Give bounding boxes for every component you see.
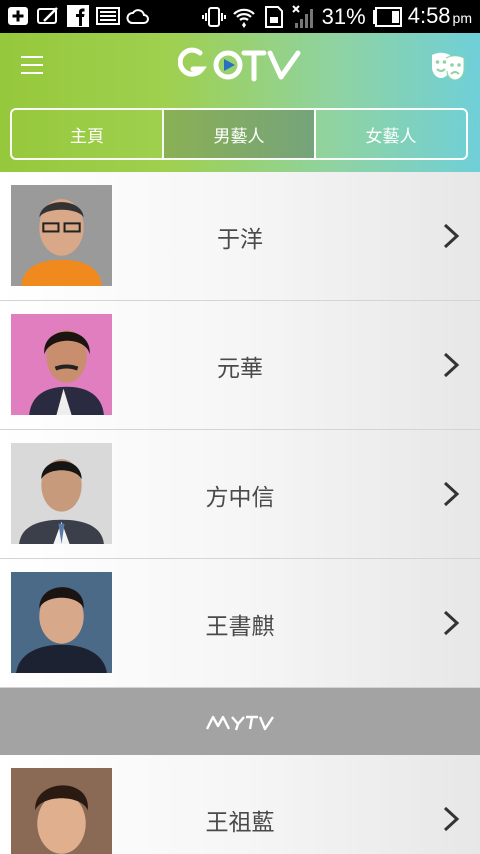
artist-row[interactable]: 王祖藍	[0, 755, 480, 854]
hamburger-menu-icon[interactable]	[20, 53, 44, 77]
signal-icon	[291, 5, 313, 28]
artist-name: 元華	[217, 355, 263, 382]
vibrate-icon	[201, 7, 226, 27]
artist-name: 方中信	[205, 484, 275, 511]
tab-home-label: 主頁	[70, 126, 104, 147]
artist-photo	[11, 185, 112, 286]
chevron-right-icon	[443, 610, 460, 636]
chevron-right-icon	[443, 481, 460, 507]
status-bar-right: 31% 4:58 pm	[201, 3, 472, 31]
artist-row[interactable]: 于洋	[0, 172, 480, 301]
artist-photo	[11, 443, 112, 544]
wifi-icon	[232, 8, 255, 28]
chevron-right-icon	[443, 223, 460, 249]
artist-name: 于洋	[217, 226, 263, 253]
add-icon	[8, 7, 28, 25]
artist-row[interactable]: 元華	[0, 301, 480, 430]
artist-list: 于洋 元華 方中信 王書麒 王祖藍	[0, 172, 480, 854]
battery-icon	[372, 7, 402, 27]
tab-female-artists-label: 女藝人	[365, 126, 417, 147]
theater-masks-icon[interactable]	[430, 49, 466, 81]
battery-percent: 31%	[321, 4, 366, 29]
chevron-right-icon	[443, 806, 460, 832]
tab-male-artists[interactable]: 男藝人	[162, 110, 314, 158]
artist-row[interactable]: 方中信	[0, 430, 480, 559]
artist-name: 王祖藍	[205, 809, 275, 836]
tab-female-artists[interactable]: 女藝人	[314, 110, 466, 158]
artist-row[interactable]: 王書麒	[0, 559, 480, 688]
chevron-right-icon	[443, 352, 460, 378]
artist-photo	[11, 572, 112, 673]
sim-icon	[264, 6, 283, 28]
tab-home[interactable]: 主頁	[12, 110, 162, 158]
artist-name: 王書麒	[205, 613, 275, 640]
tab-male-artists-label: 男藝人	[213, 126, 265, 147]
mytv-banner[interactable]	[0, 688, 480, 755]
clock: 4:58 pm	[408, 3, 472, 31]
status-bar: 31% 4:58 pm	[0, 0, 480, 33]
category-tabs: 主頁 男藝人 女藝人	[10, 108, 468, 160]
mytv-logo	[205, 715, 274, 730]
cloud-icon	[126, 9, 149, 24]
artist-photo	[11, 314, 112, 415]
status-bar-left	[6, 4, 150, 28]
clock-time: 4:58	[407, 3, 451, 28]
facebook-icon	[67, 5, 89, 27]
gotv-logo	[178, 47, 301, 82]
app-header: 主頁 男藝人 女藝人	[0, 33, 480, 172]
clock-ampm: pm	[452, 10, 472, 26]
notes-icon	[37, 7, 58, 24]
gallery-icon	[96, 7, 120, 25]
artist-photo	[11, 768, 112, 854]
